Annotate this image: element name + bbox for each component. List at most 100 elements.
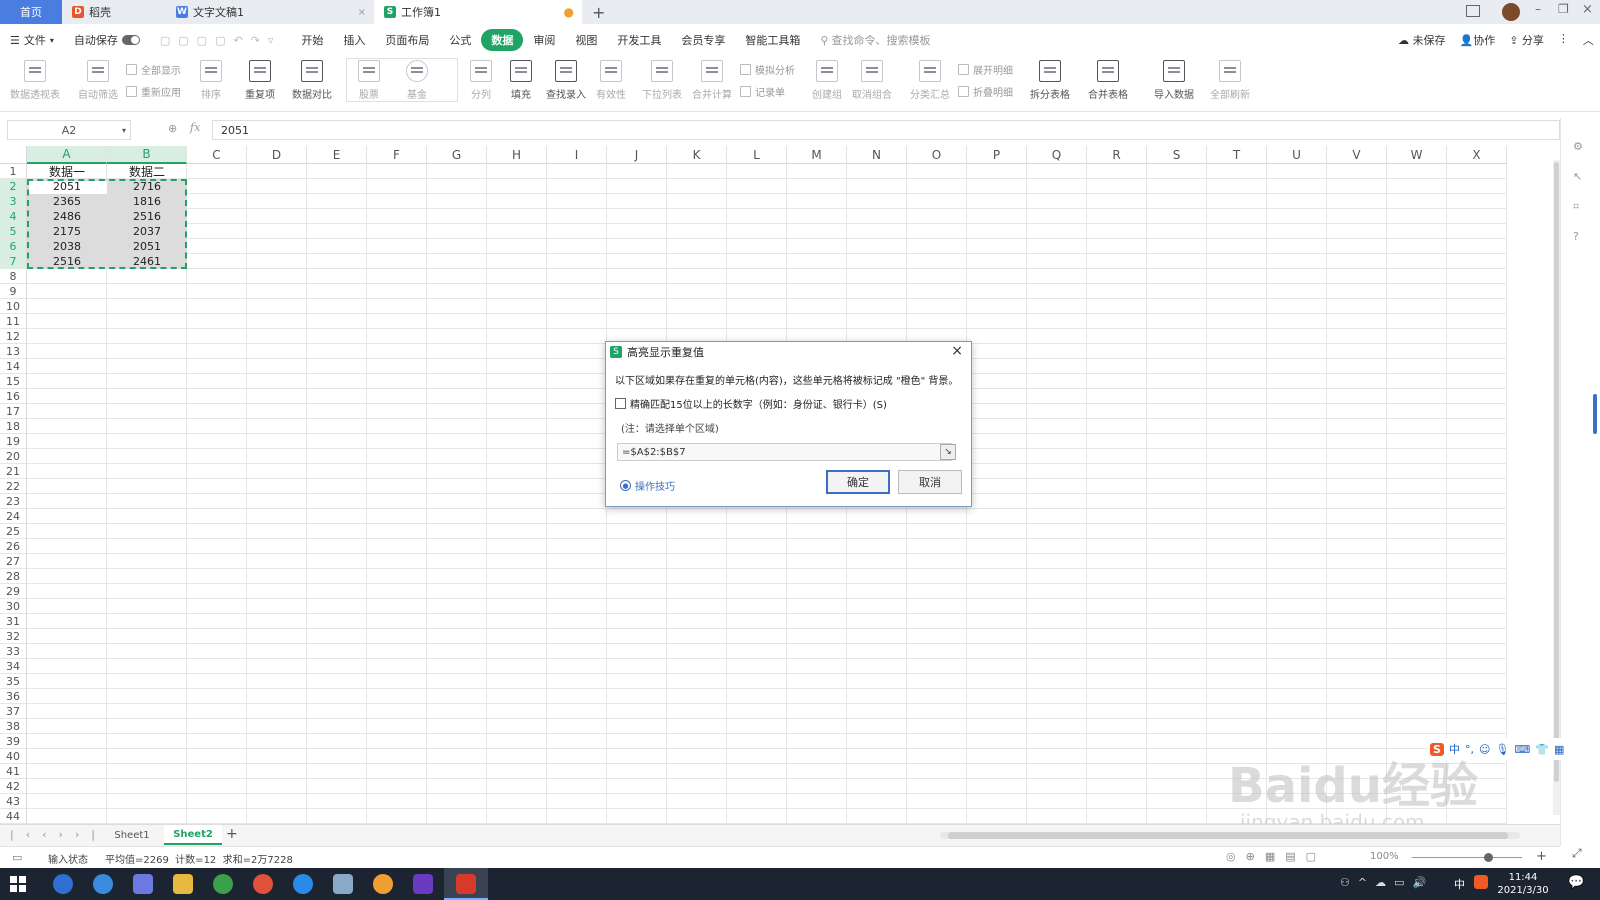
- column-header-p[interactable]: P: [967, 146, 1027, 164]
- row-header[interactable]: 9: [0, 284, 27, 299]
- row-header[interactable]: 22: [0, 479, 27, 494]
- refresh-all-button[interactable]: 全部刷新: [1210, 60, 1250, 101]
- data-cell[interactable]: 2716: [107, 179, 187, 194]
- view-mode-icons[interactable]: ◎⊕▦▤▢: [1226, 850, 1326, 863]
- collapse-detail-button[interactable]: 折叠明细: [958, 84, 1013, 99]
- row-header[interactable]: 3: [0, 194, 27, 209]
- row-header[interactable]: 12: [0, 329, 27, 344]
- vertical-scrollbar[interactable]: [1553, 160, 1560, 815]
- row-header[interactable]: 23: [0, 494, 27, 509]
- row-header[interactable]: 41: [0, 764, 27, 779]
- shield-app-icon[interactable]: [133, 874, 153, 894]
- row-header[interactable]: 33: [0, 644, 27, 659]
- column-header-s[interactable]: S: [1147, 146, 1207, 164]
- tray-ime-lang[interactable]: 中: [1454, 876, 1465, 892]
- tab-workbook[interactable]: S 工作簿1 ●: [374, 0, 582, 24]
- column-header-i[interactable]: I: [547, 146, 607, 164]
- tips-link[interactable]: ● 操作技巧: [620, 478, 675, 493]
- vertical-scrollbar-thumb[interactable]: [1593, 394, 1597, 434]
- zoom-slider[interactable]: [1412, 857, 1522, 858]
- zoom-formula-icon[interactable]: ⊕: [168, 122, 177, 135]
- command-search[interactable]: ⚲ 查找命令、搜索模板: [810, 29, 940, 51]
- row-header[interactable]: 15: [0, 374, 27, 389]
- sheet-nav-arrows[interactable]: |‹‹››|: [10, 828, 107, 841]
- column-header-n[interactable]: N: [847, 146, 907, 164]
- sheet-tab-sheet1[interactable]: Sheet1: [102, 825, 162, 845]
- header-cell[interactable]: 数据二: [107, 164, 187, 179]
- crop-icon[interactable]: ⌗: [1573, 200, 1579, 214]
- row-header[interactable]: 1: [0, 164, 27, 179]
- merge-table-button[interactable]: 合并表格: [1088, 60, 1128, 101]
- reapply-button[interactable]: 重新应用: [126, 84, 181, 99]
- row-header[interactable]: 21: [0, 464, 27, 479]
- name-box[interactable]: A2 ▾: [7, 120, 131, 140]
- row-header[interactable]: 32: [0, 629, 27, 644]
- avatar[interactable]: [1502, 3, 1520, 21]
- row-header[interactable]: 31: [0, 614, 27, 629]
- tab-home[interactable]: 首页: [0, 0, 62, 24]
- row-header[interactable]: 5: [0, 224, 27, 239]
- row-header[interactable]: 44: [0, 809, 27, 824]
- fullscreen-icon[interactable]: ⤢: [1572, 846, 1582, 861]
- column-header-k[interactable]: K: [667, 146, 727, 164]
- horizontal-scrollbar[interactable]: [940, 832, 1520, 839]
- menu-member[interactable]: 会员专享: [671, 29, 735, 51]
- media-app-icon[interactable]: [373, 874, 393, 894]
- macro-record-icon[interactable]: ▭: [12, 851, 22, 864]
- row-header[interactable]: 30: [0, 599, 27, 614]
- row-header[interactable]: 2: [0, 179, 27, 194]
- column-header-j[interactable]: J: [607, 146, 667, 164]
- data-cell[interactable]: 2038: [27, 239, 107, 254]
- row-header[interactable]: 25: [0, 524, 27, 539]
- row-header[interactable]: 19: [0, 434, 27, 449]
- data-cell[interactable]: 2486: [27, 209, 107, 224]
- row-header[interactable]: 34: [0, 659, 27, 674]
- subtotal-button[interactable]: 分类汇总: [910, 60, 950, 101]
- select-all-corner[interactable]: [0, 146, 27, 164]
- menu-review[interactable]: 审阅: [523, 29, 565, 51]
- data-cell[interactable]: 1816: [107, 194, 187, 209]
- settings-sliders-icon[interactable]: ⚙: [1573, 140, 1583, 153]
- menu-page-layout[interactable]: 页面布局: [375, 29, 439, 51]
- range-picker-icon[interactable]: ↘: [940, 444, 956, 460]
- split-table-button[interactable]: 拆分表格: [1030, 60, 1070, 101]
- data-cell[interactable]: 2051: [107, 239, 187, 254]
- data-cell[interactable]: 2051: [27, 179, 107, 194]
- tab-daoke[interactable]: D 稻壳: [62, 0, 166, 24]
- row-header[interactable]: 39: [0, 734, 27, 749]
- wps-taskbar-item[interactable]: [444, 868, 488, 900]
- formula-input[interactable]: 2051: [212, 120, 1560, 140]
- row-header[interactable]: 14: [0, 359, 27, 374]
- notes-icon[interactable]: [333, 874, 353, 894]
- row-header[interactable]: 17: [0, 404, 27, 419]
- row-header[interactable]: 29: [0, 584, 27, 599]
- row-header[interactable]: 7: [0, 254, 27, 269]
- tab-word-doc[interactable]: W 文字文稿1 ×: [166, 0, 374, 24]
- file-menu[interactable]: ☰ 文件 ▾: [0, 29, 64, 51]
- chrome-icon[interactable]: [213, 874, 233, 894]
- fill-button[interactable]: 填充: [510, 60, 532, 101]
- column-header-h[interactable]: H: [487, 146, 547, 164]
- column-header-t[interactable]: T: [1207, 146, 1267, 164]
- duplicates-button[interactable]: 重复项: [245, 60, 275, 101]
- tray-sogou-icon[interactable]: [1474, 875, 1488, 889]
- column-header-v[interactable]: V: [1327, 146, 1387, 164]
- more-icon[interactable]: ⋮: [1558, 32, 1569, 48]
- create-group-button[interactable]: 创建组: [812, 60, 842, 101]
- column-header-o[interactable]: O: [907, 146, 967, 164]
- zoom-slider-thumb[interactable]: [1484, 853, 1493, 862]
- column-header-r[interactable]: R: [1087, 146, 1147, 164]
- ime-toolbar[interactable]: S 中 °, ☺ 🎙 ⌨ 👕 ▦: [1428, 738, 1567, 760]
- share-button[interactable]: ⇪ 分享: [1509, 32, 1544, 48]
- folder-icon[interactable]: [173, 874, 193, 894]
- browser-icon[interactable]: [53, 874, 73, 894]
- checkbox-icon[interactable]: [615, 398, 626, 409]
- sogou-browser-icon[interactable]: [93, 874, 113, 894]
- row-header[interactable]: 20: [0, 449, 27, 464]
- menu-view[interactable]: 视图: [565, 29, 607, 51]
- menu-formula[interactable]: 公式: [439, 29, 481, 51]
- add-sheet-button[interactable]: +: [226, 826, 238, 842]
- pointer-icon[interactable]: ↖: [1573, 170, 1582, 183]
- minimize-icon[interactable]: –: [1535, 2, 1541, 16]
- notification-icon[interactable]: 💬: [1568, 875, 1584, 890]
